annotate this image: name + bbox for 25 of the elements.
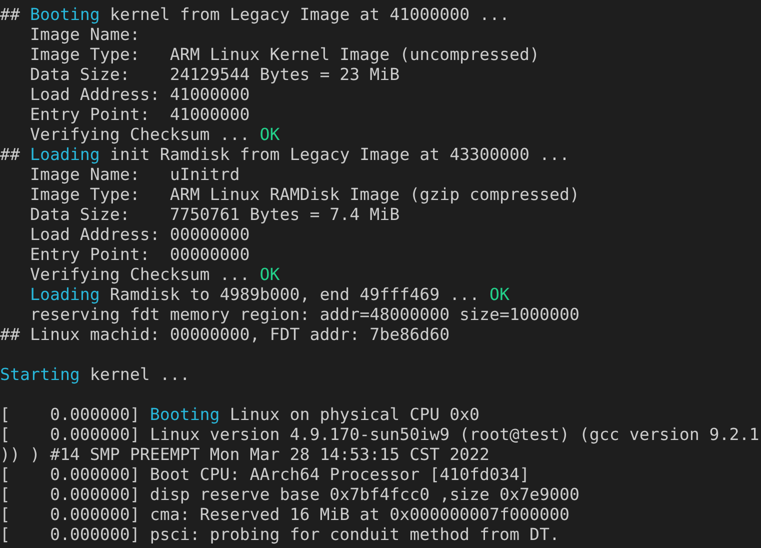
terminal-line: ## Linux machid: 00000000, FDT addr: 7be86d60 [0, 325, 450, 345]
terminal-line: Verifying Checksum ... OK [28, 265, 280, 285]
terminal-line: [ 0.000000] Linux version 4.9.170-sun50iw9 (root@test) (gcc version 9.2.1 [0, 425, 760, 445]
terminal-line: Image Name: uInitrd [28, 165, 240, 185]
terminal-line: [ 0.000000] disp reserve base 0x7bf4fcc0 ,size 0x7e9000 [0, 485, 580, 505]
terminal-line: Image Type: ARM Linux RAMDisk Image (gzip compressed) [28, 185, 580, 205]
terminal-line: Loading Ramdisk to 4989b000, end 49fff469 ... OK [28, 285, 510, 305]
terminal-line: Load Address: 00000000 [28, 225, 250, 245]
terminal-line: Image Type: ARM Linux Kernel Image (uncompressed) [28, 45, 540, 65]
terminal-line: Load Address: 41000000 [28, 85, 250, 105]
terminal-line: Starting kernel ... [0, 365, 190, 385]
terminal-line: Entry Point: 41000000 [28, 105, 250, 125]
terminal-line: )) ) #14 SMP PREEMPT Mon Mar 28 14:53:15 CST 2022 [0, 445, 490, 465]
terminal-line: [ 0.000000] Boot CPU: AArch64 Processor [410fd034] [0, 465, 530, 485]
terminal-line: reserving fdt memory region: addr=48000000 size=1000000 [28, 305, 580, 325]
terminal-line: Image Name: [28, 25, 140, 45]
terminal-line: Entry Point: 00000000 [28, 245, 250, 265]
terminal-line: [ 0.000000] cma: Reserved 16 MiB at 0x000000007f000000 [0, 505, 570, 525]
terminal-line: Data Size: 24129544 Bytes = 23 MiB [28, 65, 400, 85]
terminal-line: [ 0.000000] Booting Linux on physical CPU 0x0 [0, 405, 480, 425]
terminal-line: ## Loading init Ramdisk from Legacy Image at 43300000 ... [0, 145, 570, 165]
terminal-line: Data Size: 7750761 Bytes = 7.4 MiB [28, 205, 400, 225]
terminal-line: ## Booting kernel from Legacy Image at 41000000 ... [0, 5, 510, 25]
terminal-line: Verifying Checksum ... OK [28, 125, 280, 145]
terminal-line: [ 0.000000] psci: probing for conduit method from DT. [0, 525, 560, 545]
